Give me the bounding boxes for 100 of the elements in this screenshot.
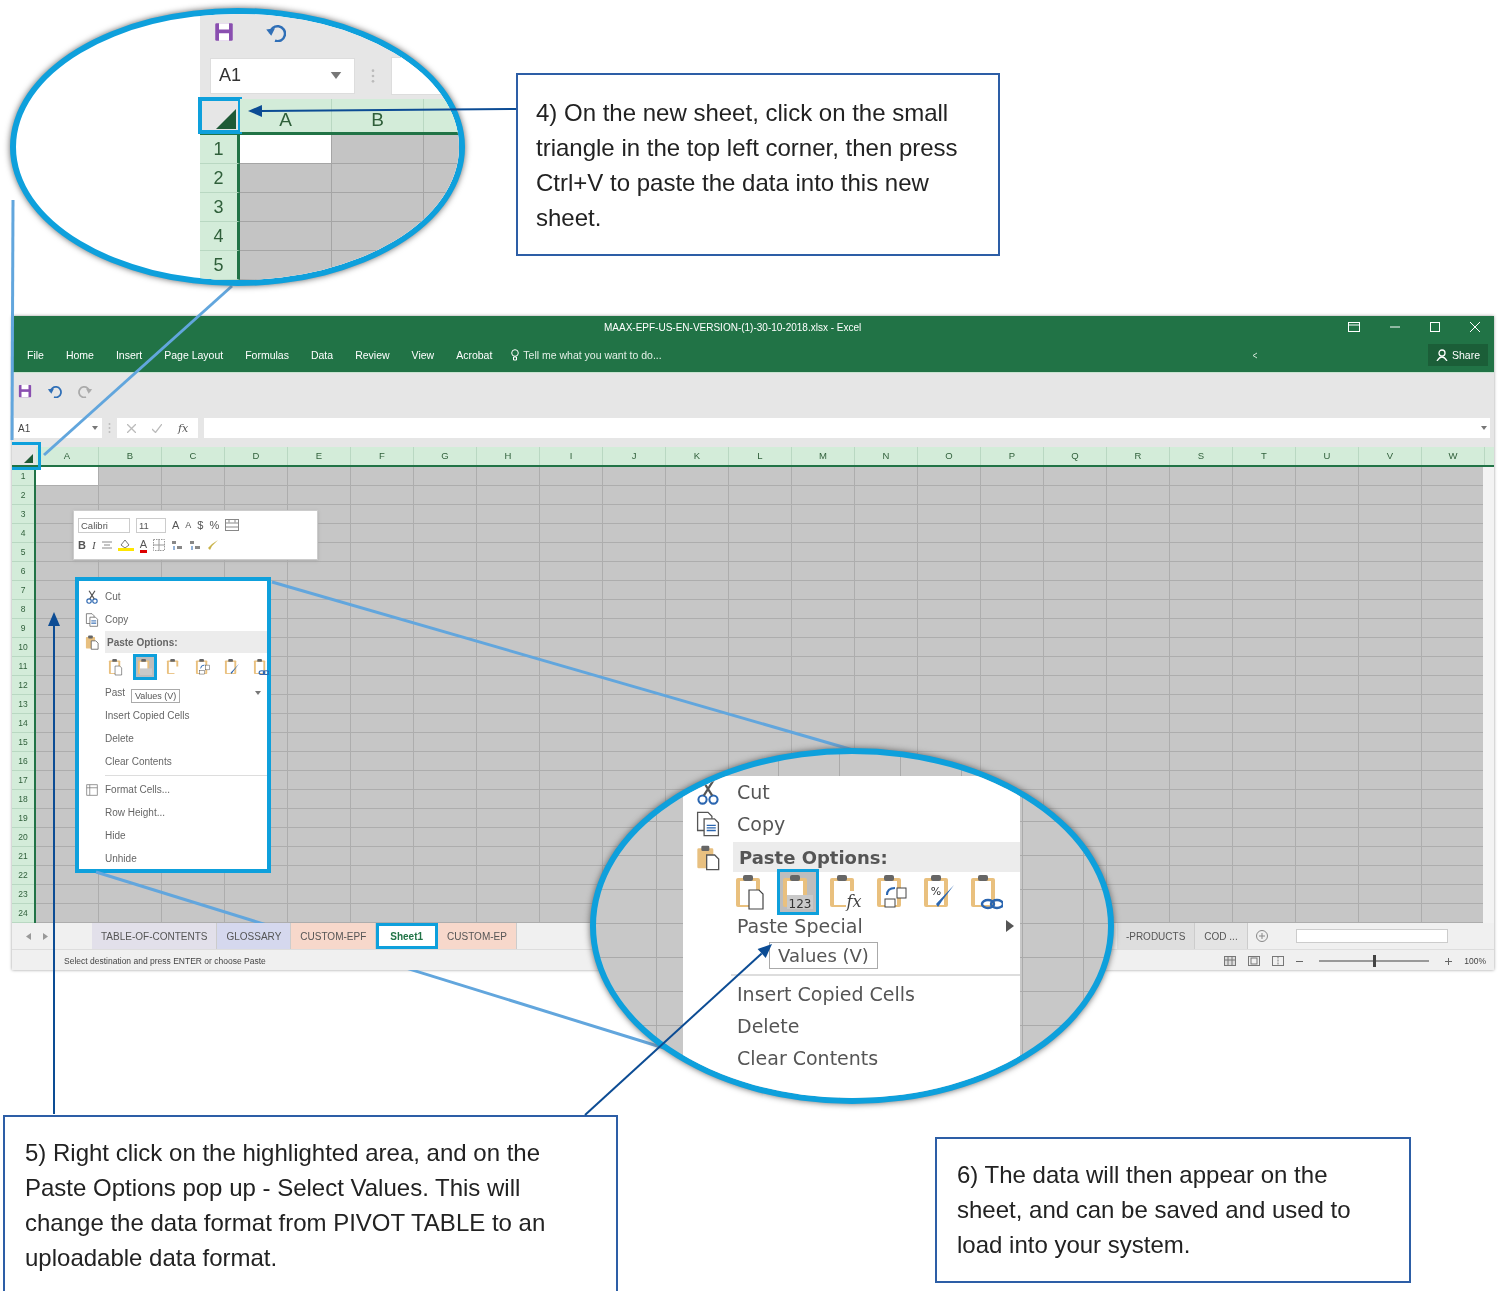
column-header[interactable]: M (792, 447, 855, 465)
menu-item[interactable]: Cut (79, 585, 267, 608)
sheet-tab[interactable]: GLOSSARY (217, 923, 292, 949)
menu-item[interactable]: Format Cells... (79, 778, 267, 801)
slider-thumb[interactable] (1373, 955, 1377, 967)
column-header[interactable]: D (225, 447, 288, 465)
clipboard-values-button[interactable]: 123 (780, 872, 816, 912)
clipboard-formula-button[interactable]: fx (827, 872, 863, 912)
increase-font-button[interactable]: A (172, 519, 180, 531)
column-header[interactable]: R (1107, 447, 1170, 465)
row-header[interactable]: 4 (12, 524, 34, 543)
font-dropdown[interactable]: Calibri (78, 517, 130, 533)
ribbon-tab[interactable]: Acrobat (445, 349, 504, 361)
row-header[interactable]: 3 (12, 505, 34, 524)
ribbon-tab[interactable]: Data (299, 349, 345, 361)
column-header[interactable]: H (477, 447, 540, 465)
menu-item[interactable]: Unhide (79, 847, 267, 870)
currency-button[interactable]: $ (197, 519, 204, 531)
sheet-tab[interactable]: COD ... (1195, 923, 1248, 949)
clipboard-transpose-button[interactable] (194, 657, 212, 677)
row-header[interactable]: 15 (12, 733, 34, 752)
column-header[interactable]: W (1422, 447, 1485, 465)
column-header[interactable]: E (288, 447, 351, 465)
menu-item[interactable]: Clear Contents (683, 1042, 1020, 1074)
bold-button[interactable]: B (78, 539, 86, 551)
column-header[interactable]: S (1170, 447, 1233, 465)
column-header[interactable]: Q (1044, 447, 1107, 465)
menu-item[interactable]: Cut (683, 776, 1020, 808)
percent-button[interactable]: % (209, 519, 220, 531)
insert-function-button[interactable]: fx (178, 421, 189, 435)
row-header[interactable]: 13 (12, 695, 34, 714)
ribbon-tab[interactable]: View (400, 349, 446, 361)
search-field[interactable]: Tell me what you want to do... (523, 349, 662, 361)
column-header[interactable]: A (36, 447, 99, 465)
sheet-tab[interactable]: TABLE-OF-CONTENTS (92, 923, 218, 949)
menu-item[interactable]: Copy (79, 608, 267, 631)
row-header[interactable]: 2 (12, 486, 34, 505)
sheet-tab[interactable]: -PRODUCTS (1116, 923, 1196, 949)
italic-button[interactable]: I (91, 539, 96, 551)
maximize-icon[interactable] (1430, 322, 1440, 332)
column-header[interactable]: T (1233, 447, 1296, 465)
menu-item[interactable]: Delete (79, 727, 267, 750)
column-header[interactable]: I (540, 447, 603, 465)
row-header[interactable]: 22 (12, 866, 34, 885)
borders-icon[interactable] (152, 539, 165, 551)
row-header[interactable]: 17 (12, 771, 34, 790)
next-sheet-icon[interactable] (43, 932, 48, 940)
clipboard-page-button[interactable] (107, 657, 125, 677)
clipboard-values-button[interactable] (136, 657, 154, 677)
decimal-icon[interactable] (170, 539, 183, 551)
save-icon[interactable] (18, 384, 32, 398)
font-size-dropdown[interactable]: 11 (136, 517, 166, 533)
column-header[interactable]: K (666, 447, 729, 465)
row-header[interactable]: 7 (12, 581, 34, 600)
row-header[interactable]: 16 (12, 752, 34, 771)
menu-item[interactable]: Insert Copied Cells (683, 978, 1020, 1010)
row-header[interactable]: 6 (12, 562, 34, 581)
column-header[interactable]: L (729, 447, 792, 465)
row-header[interactable]: 20 (12, 828, 34, 847)
row-header[interactable]: 18 (12, 790, 34, 809)
row-header[interactable]: 12 (12, 676, 34, 695)
check-icon[interactable] (152, 423, 162, 433)
menu-item[interactable]: Delete (683, 1010, 1020, 1042)
font-color-button[interactable]: A (139, 537, 147, 553)
menu-item[interactable]: Clear Contents (79, 750, 267, 773)
zoom-in-icon[interactable] (1445, 957, 1453, 965)
row-header[interactable]: 10 (12, 638, 34, 657)
column-header[interactable]: N (855, 447, 918, 465)
ribbon-tab[interactable]: Page Layout (153, 349, 235, 361)
clipboard-brush-button[interactable]: % (921, 872, 957, 912)
ribbon-tab[interactable]: Review (344, 349, 401, 361)
previous-sheet-icon[interactable] (26, 932, 31, 940)
menu-item[interactable]: Row Height... (79, 801, 267, 824)
row-header[interactable]: 23 (12, 885, 34, 904)
fill-color-icon[interactable] (117, 539, 134, 551)
ribbon-tab[interactable]: Insert (104, 349, 154, 361)
caret-icon[interactable] (1250, 351, 1258, 359)
ribbon-tab[interactable]: Formulas (234, 349, 300, 361)
row-header[interactable]: 1 (12, 467, 34, 486)
decimal-icon[interactable] (188, 539, 201, 551)
column-header[interactable]: C (162, 447, 225, 465)
clipboard-link-button[interactable] (252, 657, 270, 677)
column-header[interactable]: F (351, 447, 414, 465)
active-cell[interactable] (36, 467, 98, 485)
ribbon-display-icon[interactable] (1348, 322, 1360, 332)
formula-bar-field[interactable] (204, 418, 1490, 438)
clipboard-link-button[interactable] (968, 872, 1004, 912)
row-header[interactable]: 9 (12, 619, 34, 638)
close-icon[interactable] (1470, 322, 1480, 332)
ribbon-tab[interactable]: Home (54, 349, 105, 361)
menu-item[interactable]: Insert Copied Cells (79, 704, 267, 727)
row-header[interactable]: 5 (12, 543, 34, 562)
column-header[interactable]: P (981, 447, 1044, 465)
zoom-level[interactable]: 100% (1464, 956, 1486, 966)
column-header[interactable]: V (1359, 447, 1422, 465)
menu-item[interactable]: Copy (683, 808, 1020, 840)
normal-view-icon[interactable] (1224, 956, 1237, 966)
column-header[interactable]: J (603, 447, 666, 465)
row-header[interactable]: 14 (12, 714, 34, 733)
sheet-tab[interactable]: Sheet1 (376, 923, 439, 949)
